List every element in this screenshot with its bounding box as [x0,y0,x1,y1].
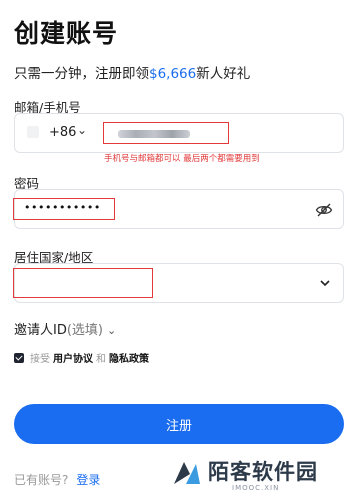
chevron-down-icon[interactable] [319,277,331,289]
subtitle-suffix: 新人好礼 [196,66,251,82]
have-account-text: 已有账号? [14,473,69,487]
page-title: 创建账号 [14,19,119,48]
register-button[interactable]: 注册 [14,404,344,444]
agreement-checkbox[interactable] [14,352,24,363]
country-code-chevron-icon[interactable]: ⌄ [77,123,87,137]
annotation-note: 手机号与邮箱都可以 最后两个都需要用到 [104,154,260,164]
agreement-prefix: 接受 [30,354,50,365]
country-code-selector[interactable]: +86 [49,125,76,140]
country-field[interactable] [13,263,344,303]
privacy-link[interactable]: 隐私政策 [109,350,149,365]
phone-field: +86 ⌄ [14,113,344,153]
subtitle-prefix: 只需一分钟，注册即领 [14,66,149,82]
invite-label: 邀请人ID [14,323,67,338]
country-select[interactable] [13,268,153,298]
phone-input[interactable] [103,122,229,144]
watermark-logo-icon [174,462,200,484]
eye-off-icon[interactable] [315,201,333,219]
invite-optional: (选填) [66,323,104,338]
watermark: 陌客软件园 IMOOC.XIN [172,456,352,496]
country-flag-icon [27,126,39,138]
agreement-and: 和 [96,354,106,365]
password-mask: ••••••••••• [24,201,101,214]
redacted-phone-value [118,130,190,138]
page-subtitle: 只需一分钟，注册即领$6,666新人好礼 [14,62,250,82]
login-link[interactable]: 登录 [76,473,100,487]
bonus-amount: $6,666 [149,66,197,82]
terms-link[interactable]: 用户协议 [53,350,93,365]
invite-toggle[interactable]: 邀请人ID(选填) ⌄ [14,319,116,338]
watermark-name: 陌客软件园 [208,460,318,484]
login-prompt: 已有账号? 登录 [14,471,100,488]
password-field: ••••••••••• [13,189,344,229]
watermark-domain: IMOOC.XIN [232,484,280,492]
password-input[interactable]: ••••••••••• [13,198,115,220]
invite-chevron-icon: ⌄ [107,324,117,337]
agreement-row: 接受 用户协议 和 隐私政策 [14,350,152,365]
